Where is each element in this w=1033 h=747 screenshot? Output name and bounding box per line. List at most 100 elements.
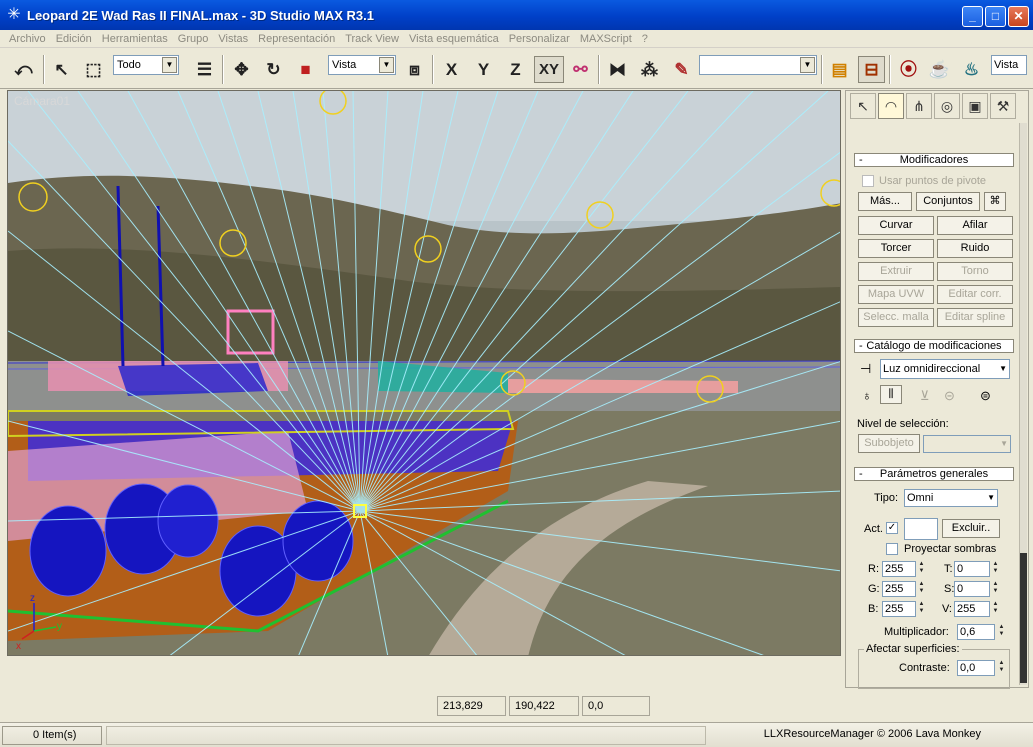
hue-spinner[interactable]: ▲ ▼	[991, 561, 1000, 577]
edit-spline-button[interactable]: Editar spline	[937, 308, 1013, 327]
utilities-tab-icon[interactable]: ⚒	[990, 93, 1016, 119]
blue-spinner[interactable]: ▲ ▼	[917, 601, 926, 617]
motion-tab-icon[interactable]: ◎	[934, 93, 960, 119]
modifier-stack-dropdown[interactable]: Luz omnidireccional ▼	[880, 359, 1010, 379]
rotate-icon[interactable]: ↻	[260, 56, 287, 83]
scale-icon[interactable]: ■	[292, 56, 319, 83]
menu-edicion[interactable]: Edición	[51, 33, 97, 45]
menu-grupo[interactable]: Grupo	[173, 33, 214, 45]
light-bulb-icon[interactable]: ♁	[862, 388, 872, 403]
display-tab-icon[interactable]: ▣	[962, 93, 988, 119]
align-icon[interactable]: ✎	[668, 56, 695, 83]
light-color-swatch[interactable]	[904, 518, 938, 540]
general-params-rollout-header[interactable]: - Parámetros generales	[854, 467, 1014, 481]
region-select-icon[interactable]: ⬚	[80, 56, 107, 83]
make-unique-icon[interactable]: ⊻	[920, 388, 930, 404]
axis-x-button[interactable]: X	[438, 56, 465, 83]
configure-sets-icon[interactable]: ⌘	[984, 192, 1006, 211]
green-field[interactable]: 255	[882, 581, 916, 597]
axis-y-button[interactable]: Y	[470, 56, 497, 83]
menu-vistas[interactable]: Vistas	[213, 33, 253, 45]
coord-z-field[interactable]: 0,0	[582, 696, 650, 716]
uvw-map-button[interactable]: Mapa UVW	[858, 285, 934, 304]
move-icon[interactable]: ✥	[228, 56, 255, 83]
select-arrow-icon[interactable]: ↖	[48, 56, 75, 83]
named-selection-dropdown[interactable]: ▼	[699, 55, 817, 75]
remove-modifier-icon[interactable]: ⊝	[944, 388, 955, 404]
mesh-select-button[interactable]: Selecc. malla	[858, 308, 934, 327]
value-spinner[interactable]: ▲ ▼	[991, 601, 1000, 617]
mirror-icon[interactable]: ⧓	[604, 56, 631, 83]
camera-viewport[interactable]: z y x Cámara01	[7, 90, 841, 656]
menu-representacion[interactable]: Representación	[253, 33, 340, 45]
edit-patch-button[interactable]: Editar corr.	[937, 285, 1013, 304]
axis-xy-button[interactable]: XY	[534, 56, 564, 83]
red-spinner[interactable]: ▲ ▼	[917, 561, 926, 577]
menu-personalizar[interactable]: Personalizar	[504, 33, 575, 45]
minimize-button[interactable]: _	[962, 6, 983, 27]
viewport-label[interactable]: Cámara01	[14, 94, 70, 108]
track-view-icon[interactable]: ▤	[826, 56, 853, 83]
pin-stack-icon[interactable]: ⊣	[860, 361, 871, 377]
scrollbar-thumb[interactable]	[1020, 553, 1027, 683]
menu-help[interactable]: ?	[637, 33, 653, 45]
red-field[interactable]: 255	[882, 561, 916, 577]
coord-y-field[interactable]: 190,422	[509, 696, 579, 716]
more-button[interactable]: Más...	[858, 192, 912, 211]
render-scene-icon[interactable]: ☕	[926, 56, 953, 83]
lathe-button[interactable]: Torno	[937, 262, 1013, 281]
select-by-name-icon[interactable]: ☰	[191, 56, 218, 83]
coordinate-system-dropdown[interactable]: Vista ▼	[328, 55, 396, 75]
extrude-button[interactable]: Extruir	[858, 262, 934, 281]
modify-tab-icon[interactable]: ◠	[878, 93, 904, 119]
inverse-kinematics-icon[interactable]: ⚯	[567, 56, 594, 83]
hierarchy-tab-icon[interactable]: ⋔	[906, 93, 932, 119]
selection-filter-dropdown[interactable]: Todo ▼	[113, 55, 179, 75]
exclude-button[interactable]: Excluir..	[942, 519, 1000, 538]
coord-x-field[interactable]: 213,829	[437, 696, 506, 716]
noise-button[interactable]: Ruido	[937, 239, 1013, 258]
sets-button[interactable]: Conjuntos	[916, 192, 980, 211]
menu-track-view[interactable]: Track View	[340, 33, 404, 45]
menu-archivo[interactable]: Archivo	[4, 33, 51, 45]
edit-stack-icon[interactable]: ⊜	[980, 388, 991, 404]
subobject-button[interactable]: Subobjeto	[858, 434, 920, 453]
maximize-button[interactable]: □	[985, 6, 1006, 27]
contrast-spinner[interactable]: ▲ ▼	[997, 660, 1006, 676]
saturation-field[interactable]: 0	[954, 581, 990, 597]
multiplier-spinner[interactable]: ▲ ▼	[997, 624, 1006, 640]
light-type-dropdown[interactable]: Omni ▼	[904, 489, 998, 507]
subobject-dropdown[interactable]: ▼	[923, 435, 1011, 453]
create-tab-icon[interactable]: ↖	[850, 93, 876, 119]
close-button[interactable]: ✕	[1008, 6, 1029, 27]
array-icon[interactable]: ⁂	[636, 56, 663, 83]
use-pivot-checkbox[interactable]	[862, 175, 874, 187]
bend-button[interactable]: Curvar	[858, 216, 934, 235]
menu-herramientas[interactable]: Herramientas	[97, 33, 173, 45]
modifiers-rollout-header[interactable]: - Modificadores	[854, 153, 1014, 167]
pivot-center-icon[interactable]: ⧈	[401, 56, 428, 83]
catalog-rollout-header[interactable]: - Catálogo de modificaciones	[854, 339, 1014, 353]
show-end-result-icon[interactable]: ⫼	[880, 385, 902, 404]
quick-render-icon[interactable]: ♨	[958, 56, 985, 83]
saturation-spinner[interactable]: ▲ ▼	[991, 581, 1000, 597]
schematic-view-icon[interactable]: ⊟	[858, 56, 885, 83]
green-spinner[interactable]: ▲ ▼	[917, 581, 926, 597]
multiplier-field[interactable]: 0,6	[957, 624, 995, 640]
command-panel-scrollbar[interactable]	[1019, 123, 1027, 685]
app-icon[interactable]: ✳	[5, 6, 23, 24]
render-type-field[interactable]: Vista	[991, 55, 1027, 75]
taper-button[interactable]: Afilar	[937, 216, 1013, 235]
axis-z-button[interactable]: Z	[502, 56, 529, 83]
undo-icon[interactable]: ⤺	[10, 56, 37, 83]
value-field[interactable]: 255	[954, 601, 990, 617]
menu-vista-esquematica[interactable]: Vista esquemática	[404, 33, 504, 45]
contrast-field[interactable]: 0,0	[957, 660, 995, 676]
material-editor-icon[interactable]: ⦿	[895, 56, 922, 83]
blue-field[interactable]: 255	[882, 601, 916, 617]
menu-maxscript[interactable]: MAXScript	[575, 33, 637, 45]
cast-shadows-checkbox[interactable]	[886, 543, 898, 555]
twist-button[interactable]: Torcer	[858, 239, 934, 258]
hue-field[interactable]: 0	[954, 561, 990, 577]
active-checkbox[interactable]: ✓	[886, 522, 898, 534]
